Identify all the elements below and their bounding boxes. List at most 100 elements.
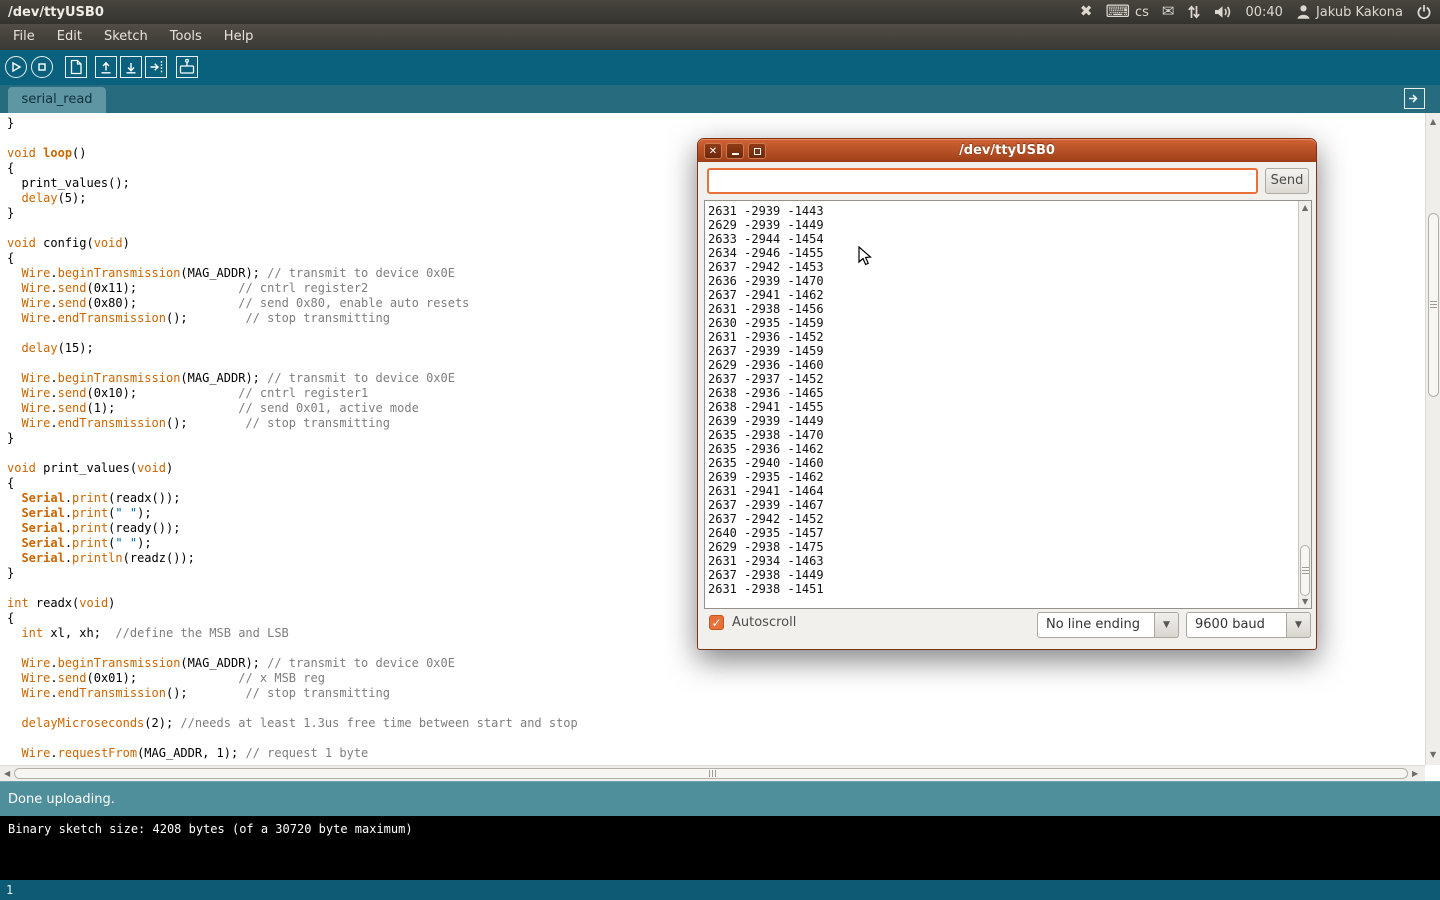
line-ending-dropdown-arrow-icon[interactable]: ▼ bbox=[1154, 612, 1179, 638]
editor-hscroll-handle[interactable] bbox=[14, 768, 1408, 779]
indicator-tray: ✖ ⌨ cs ✉ 00:40 Jakub Kakona bbox=[1080, 4, 1432, 21]
code-line: delayMicroseconds(2); //needs at least 1… bbox=[7, 716, 1425, 731]
keyboard-layout-indicator-icon: ⌨ bbox=[1105, 4, 1130, 21]
toolbar-verify-button[interactable] bbox=[5, 56, 27, 78]
send-button[interactable]: Send bbox=[1265, 168, 1309, 194]
volume-icon-icon bbox=[1214, 4, 1232, 20]
serial-monitor-title: /dev/ttyUSB0 bbox=[698, 140, 1316, 162]
mail-indicator-icon-icon: ✉ bbox=[1162, 4, 1175, 20]
menu-help[interactable]: Help bbox=[213, 24, 265, 50]
baud-rate-dropdown[interactable]: 9600 baud ▼ bbox=[1186, 612, 1311, 638]
serial-data-row: 2634 -2946 -1455 bbox=[708, 246, 1311, 260]
scroll-up-arrow-icon[interactable]: ▲ bbox=[1430, 118, 1436, 126]
serial-data-row: 2638 -2941 -1455 bbox=[708, 400, 1311, 414]
serial-data-row: 2631 -2938 -1456 bbox=[708, 302, 1311, 316]
toolbar bbox=[0, 50, 1440, 85]
serial-data-row: 2631 -2936 -1452 bbox=[708, 330, 1311, 344]
serial-monitor-controls: ✓ Autoscroll No line ending ▼ 9600 baud … bbox=[698, 609, 1316, 649]
keyboard-layout-indicator-label: cs bbox=[1135, 5, 1149, 20]
serial-data-row: 2630 -2935 -1459 bbox=[708, 316, 1311, 330]
line-ending-value: No line ending bbox=[1037, 612, 1154, 638]
serial-data-row: 2635 -2940 -1460 bbox=[708, 456, 1311, 470]
tab-arrow-icon bbox=[1405, 89, 1424, 108]
serial-scroll-up-icon[interactable]: ▲ bbox=[1302, 204, 1308, 212]
mail-indicator-icon[interactable]: ✉ bbox=[1162, 4, 1175, 20]
serial-data-row: 2629 -2939 -1449 bbox=[708, 218, 1311, 232]
indicator-app-icon[interactable]: ✖ bbox=[1080, 4, 1093, 20]
editor-horizontal-scrollbar[interactable]: ◀ ▶ bbox=[0, 765, 1425, 781]
network-transfer-icon[interactable] bbox=[1187, 4, 1201, 20]
code-line: Wire.beginTransmission(MAG_ADDR); // tra… bbox=[7, 656, 1425, 671]
tab-serial-read[interactable]: serial_read bbox=[8, 87, 106, 113]
editor-vertical-scrollbar[interactable]: ▲ ▼ bbox=[1425, 113, 1440, 765]
keyboard-layout-indicator[interactable]: ⌨ cs bbox=[1105, 4, 1148, 21]
toolbar-serial-monitor-button[interactable] bbox=[176, 56, 198, 78]
open-icon bbox=[96, 57, 116, 77]
serial-send-input[interactable] bbox=[707, 168, 1258, 194]
console-output-line: Binary sketch size: 4208 bytes (of a 307… bbox=[8, 822, 1432, 836]
window-controls: ✕ bbox=[704, 143, 766, 159]
panel-window-title: /dev/ttyUSB0 bbox=[8, 5, 104, 20]
clock[interactable]: 00:40 bbox=[1245, 5, 1282, 20]
status-bar: Done uploading. bbox=[0, 781, 1440, 816]
menu-edit[interactable]: Edit bbox=[46, 24, 93, 50]
verify-icon bbox=[6, 57, 26, 77]
toolbar-new-button[interactable] bbox=[65, 56, 87, 78]
serial-data-row: 2631 -2939 -1443 bbox=[708, 204, 1311, 218]
baud-rate-value: 9600 baud bbox=[1186, 612, 1286, 638]
menu-tools[interactable]: Tools bbox=[159, 24, 213, 50]
scroll-right-arrow-icon[interactable]: ▶ bbox=[1412, 770, 1418, 778]
minimize-button[interactable] bbox=[726, 143, 744, 159]
menu-sketch[interactable]: Sketch bbox=[93, 24, 159, 50]
code-line: Wire.endTransmission(); // stop transmit… bbox=[7, 686, 1425, 701]
mouse-cursor bbox=[858, 246, 876, 268]
toolbar-open-button[interactable] bbox=[95, 56, 117, 78]
top-panel: /dev/ttyUSB0 ✖ ⌨ cs ✉ 00:40 Jakub Kakona bbox=[0, 0, 1440, 24]
serial-data-row: 2631 -2938 -1451 bbox=[708, 582, 1311, 596]
serial-data-row: 2638 -2936 -1465 bbox=[708, 386, 1311, 400]
stop-icon bbox=[32, 57, 52, 77]
toolbar-save-button[interactable] bbox=[120, 56, 142, 78]
editor-vscroll-handle[interactable] bbox=[1428, 213, 1439, 397]
session-power-icon[interactable] bbox=[1416, 4, 1432, 20]
serial-data-row: 2629 -2936 -1460 bbox=[708, 358, 1311, 372]
user-menu[interactable]: Jakub Kakona bbox=[1296, 4, 1403, 20]
line-number-bar: 1 bbox=[0, 880, 1440, 900]
serial-data-row: 2636 -2939 -1470 bbox=[708, 274, 1311, 288]
autoscroll-checkbox[interactable]: ✓ bbox=[709, 615, 724, 630]
toolbar-stop-button[interactable] bbox=[31, 56, 53, 78]
serial-data-row: 2637 -2941 -1462 bbox=[708, 288, 1311, 302]
serial-data-row: 2629 -2938 -1475 bbox=[708, 540, 1311, 554]
serial-scrollbar[interactable]: ▲ ▼ bbox=[1298, 201, 1311, 608]
close-button[interactable]: ✕ bbox=[704, 143, 722, 159]
serial-monitor-titlebar[interactable]: ✕ /dev/ttyUSB0 bbox=[698, 139, 1316, 162]
session-power-icon-icon bbox=[1416, 4, 1432, 20]
serial-data-row: 2637 -2942 -1453 bbox=[708, 260, 1311, 274]
network-transfer-icon-icon bbox=[1187, 4, 1201, 20]
new-icon bbox=[66, 57, 86, 77]
menu-file[interactable]: File bbox=[2, 24, 46, 50]
tab-menu-button[interactable] bbox=[1404, 88, 1425, 109]
serial-data-row: 2637 -2942 -1452 bbox=[708, 512, 1311, 526]
maximize-button[interactable] bbox=[748, 143, 766, 159]
scroll-left-arrow-icon[interactable]: ◀ bbox=[4, 770, 10, 778]
serial-scroll-down-icon[interactable]: ▼ bbox=[1302, 598, 1308, 606]
serial-data-row: 2639 -2939 -1449 bbox=[708, 414, 1311, 428]
build-console: Binary sketch size: 4208 bytes (of a 307… bbox=[0, 816, 1440, 880]
save-icon bbox=[121, 57, 141, 77]
serial-output-area[interactable]: 2631 -2939 -14432629 -2939 -14492633 -29… bbox=[704, 200, 1312, 609]
serial-scroll-handle[interactable] bbox=[1300, 545, 1310, 596]
baud-dropdown-arrow-icon[interactable]: ▼ bbox=[1286, 612, 1311, 638]
upload-icon bbox=[146, 57, 166, 77]
serial-data-row: 2637 -2937 -1452 bbox=[708, 372, 1311, 386]
user-menu-icon bbox=[1296, 4, 1311, 20]
serial-data-row: 2631 -2941 -1464 bbox=[708, 484, 1311, 498]
serial-output-lines: 2631 -2939 -14432629 -2939 -14492633 -29… bbox=[705, 201, 1311, 596]
line-ending-dropdown[interactable]: No line ending ▼ bbox=[1037, 612, 1179, 638]
scroll-down-arrow-icon[interactable]: ▼ bbox=[1430, 751, 1436, 759]
serial-data-row: 2635 -2938 -1470 bbox=[708, 428, 1311, 442]
volume-icon[interactable] bbox=[1214, 4, 1232, 20]
code-line: } bbox=[7, 116, 1425, 131]
serial-data-row: 2631 -2934 -1463 bbox=[708, 554, 1311, 568]
toolbar-upload-button[interactable] bbox=[145, 56, 167, 78]
